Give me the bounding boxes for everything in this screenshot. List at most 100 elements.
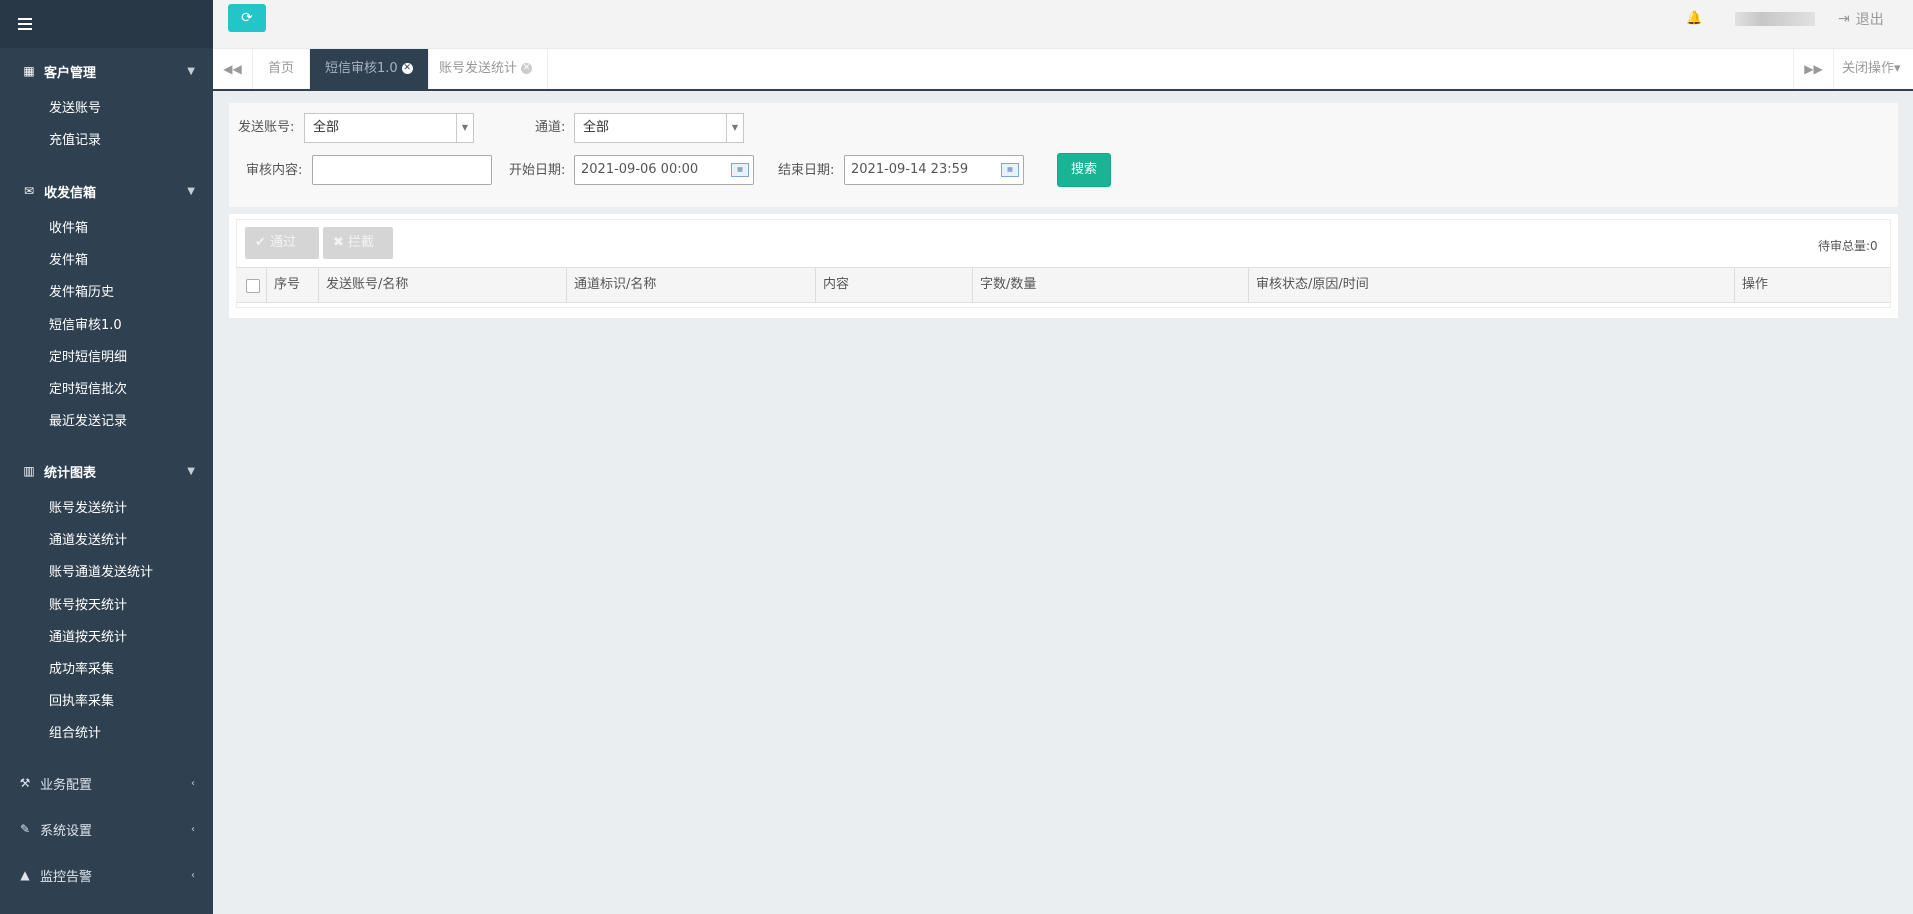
sidebar-item-channel-stats[interactable]: 通道发送统计 — [49, 531, 127, 551]
sidebar-item-inbox[interactable]: 收件箱 — [49, 219, 88, 239]
sidebar-group-business-config: ⚒ 业务配置 ‹ — [0, 761, 213, 805]
sidebar-item-recent-sent[interactable]: 最近发送记录 — [49, 412, 127, 432]
sidebar-group-label: 业务配置 — [40, 777, 93, 793]
sidebar-group-stats: ▥ 统计图表 ▼ — [0, 449, 213, 493]
sidebar-group-label: 统计图表 — [44, 465, 97, 481]
sidebar-group-head-mailbox[interactable]: ✉ 收发信箱 ▼ — [0, 169, 213, 213]
end-date-value: 2021-09-14 23:59 — [851, 162, 969, 177]
tab-home[interactable]: 首页 — [253, 49, 311, 89]
tab-scroll-right-button[interactable]: ▶▶ — [1793, 49, 1833, 89]
bar-chart-icon: ▥ — [23, 464, 35, 478]
chevron-down-icon: ▼ — [187, 65, 195, 77]
bell-icon[interactable]: 🔔 — [1686, 11, 1702, 26]
end-date-input[interactable]: 2021-09-14 23:59 ▦ — [844, 155, 1024, 185]
start-date-label: 开始日期: — [509, 163, 566, 178]
start-date-value: 2021-09-06 00:00 — [581, 162, 699, 177]
sidebar-item-sms-review[interactable]: 短信审核1.0 — [49, 316, 122, 336]
hamburger-menu-icon[interactable] — [18, 18, 32, 30]
column-count[interactable]: 字数/数量 — [972, 268, 1248, 302]
channel-select[interactable]: 全部 ▼ — [574, 113, 744, 143]
sidebar-item-recharge[interactable]: 充值记录 — [49, 131, 101, 151]
user-name-redacted[interactable] — [1735, 12, 1815, 26]
sidebar-group-monitor: ▲ 监控告警 ‹ — [0, 853, 213, 897]
sidebar-group-label: 收发信箱 — [44, 185, 97, 201]
caret-down-icon: ▼ — [726, 114, 743, 142]
block-label: 拦截 — [348, 235, 375, 250]
sidebar-item-channel-daily[interactable]: 通道按天统计 — [49, 628, 127, 648]
sidebar-group-head-monitor[interactable]: ▲ 监控告警 ‹ — [0, 853, 213, 897]
tab-bar: ◀◀ 首页 短信审核1.0 ✕ 账号发送统计 ✕ ▶▶ 关闭操作▾ — [213, 49, 1913, 91]
sign-out-icon: ⇥ — [1838, 11, 1850, 27]
sidebar-item-account-daily[interactable]: 账号按天统计 — [49, 596, 127, 616]
close-icon[interactable]: ✕ — [401, 63, 413, 74]
sidebar-group-mailbox: ✉ 收发信箱 ▼ — [0, 169, 213, 213]
account-select[interactable]: 全部 ▼ — [304, 113, 474, 143]
sidebar-group-label: 监控告警 — [40, 869, 93, 885]
sidebar-group-label: 客户管理 — [44, 65, 97, 81]
channel-label: 通道: — [535, 120, 566, 135]
column-channel[interactable]: 通道标识/名称 — [566, 268, 815, 302]
sidebar-group-label: 系统设置 — [40, 823, 93, 839]
close-operations-label: 关闭操作 — [1842, 61, 1895, 76]
column-index[interactable]: 序号 — [266, 268, 318, 302]
end-date-label: 结束日期: — [778, 163, 835, 178]
sidebar-item-scheduled-batch[interactable]: 定时短信批次 — [49, 380, 127, 400]
chevron-left-icon: ‹ — [191, 777, 195, 789]
logout-link[interactable]: ⇥ 退出 — [1838, 9, 1884, 29]
sidebar-item-account-stats[interactable]: 账号发送统计 — [49, 499, 127, 519]
sidebar-group-head-system[interactable]: ✎ 系统设置 ‹ — [0, 807, 213, 851]
chevron-left-icon: ‹ — [191, 823, 195, 835]
sidebar-item-account-channel-stats[interactable]: 账号通道发送统计 — [49, 563, 153, 583]
sidebar-group-head-business[interactable]: ⚒ 业务配置 ‹ — [0, 761, 213, 805]
sidebar-item-receipt-rate[interactable]: 回执率采集 — [49, 692, 114, 712]
magic-wand-icon: ⚒ — [19, 776, 31, 790]
sidebar-group-customer: ▦ 客户管理 ▼ — [0, 49, 213, 93]
block-button[interactable]: ✖ 拦截 — [323, 227, 393, 259]
sidebar-group-head-customer[interactable]: ▦ 客户管理 ▼ — [0, 49, 213, 93]
sidebar-item-scheduled-detail[interactable]: 定时短信明细 — [49, 348, 127, 368]
account-label: 发送账号: — [238, 120, 295, 135]
search-button[interactable]: 搜索 — [1057, 153, 1111, 187]
tab-sms-review[interactable]: 短信审核1.0 ✕ — [310, 49, 429, 89]
select-all-checkbox[interactable] — [246, 279, 260, 293]
sidebar: ▦ 客户管理 ▼ 发送账号 充值记录 ✉ 收发信箱 ▼ 收件箱 发件箱 发件箱历… — [0, 0, 213, 914]
account-select-value: 全部 — [313, 120, 340, 135]
double-chevron-right-icon: ▶▶ — [1804, 62, 1823, 76]
sidebar-item-outbox-history[interactable]: 发件箱历史 — [49, 283, 114, 303]
close-operations-dropdown[interactable]: 关闭操作▾ — [1833, 49, 1913, 89]
column-content[interactable]: 内容 — [815, 268, 972, 302]
caret-down-icon: ▼ — [456, 114, 473, 142]
tab-account-stats[interactable]: 账号发送统计 ✕ — [424, 49, 549, 89]
refresh-button[interactable]: ⟳ — [228, 4, 266, 32]
approve-button[interactable]: ✔ 通过 — [245, 227, 319, 259]
sidebar-item-send-account[interactable]: 发送账号 — [49, 99, 101, 119]
chevron-left-icon: ‹ — [191, 869, 195, 881]
column-account[interactable]: 发送账号/名称 — [318, 268, 566, 302]
tab-label: 首页 — [268, 61, 295, 76]
tab-label: 账号发送统计 — [439, 61, 518, 76]
tab-scroll-left-button[interactable]: ◀◀ — [213, 49, 253, 89]
sidebar-group-system-settings: ✎ 系统设置 ‹ — [0, 807, 213, 851]
double-chevron-left-icon: ◀◀ — [223, 62, 242, 76]
channel-select-value: 全部 — [583, 120, 610, 135]
start-date-input[interactable]: 2021-09-06 00:00 ▦ — [574, 155, 754, 185]
sidebar-group-head-stats[interactable]: ▥ 统计图表 ▼ — [0, 449, 213, 493]
sidebar-header — [0, 0, 213, 48]
pending-count: 待审总量:0 — [1818, 239, 1878, 253]
calendar-icon[interactable]: ▦ — [731, 163, 749, 177]
table-icon: ▦ — [23, 64, 35, 78]
caret-down-icon: ▾ — [1894, 61, 1901, 76]
sidebar-item-success-rate[interactable]: 成功率采集 — [49, 660, 114, 680]
calendar-icon[interactable]: ▦ — [1001, 163, 1019, 177]
column-review-status[interactable]: 审核状态/原因/时间 — [1248, 268, 1734, 302]
chevron-down-icon: ▼ — [187, 465, 195, 477]
check-icon: ✔ — [255, 235, 266, 250]
sidebar-item-outbox[interactable]: 发件箱 — [49, 251, 88, 271]
sidebar-item-combined-stats[interactable]: 组合统计 — [49, 724, 101, 744]
approve-label: 通过 — [270, 235, 297, 250]
close-icon[interactable]: ✕ — [521, 63, 533, 74]
envelope-icon: ✉ — [23, 184, 35, 198]
logout-label: 退出 — [1855, 12, 1884, 28]
content-input[interactable] — [312, 155, 492, 185]
column-actions[interactable]: 操作 — [1734, 268, 1890, 302]
